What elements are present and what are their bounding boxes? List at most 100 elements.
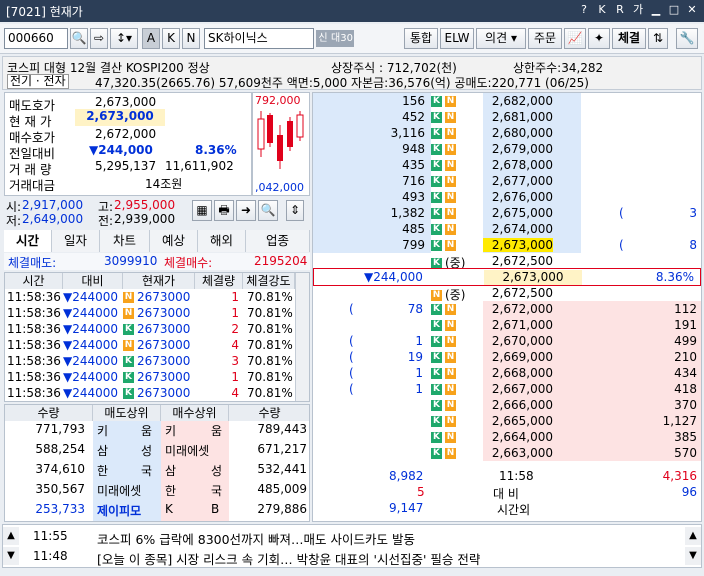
ask-price[interactable]: 2,675,000 (483, 206, 553, 220)
bid-row: K N 2,665,000 1,127 (313, 413, 701, 429)
arrow-icon[interactable]: ⇨ (90, 28, 108, 49)
current-change: ▼244,000 (364, 270, 423, 284)
search2-icon[interactable]: 🔍 (258, 200, 278, 221)
elw-button[interactable]: ELW (440, 28, 474, 49)
news-up-icon[interactable]: ▲ (3, 527, 19, 545)
bid-price[interactable]: 2,665,000 (483, 414, 553, 428)
ask-price[interactable]: 2,682,000 (483, 94, 553, 108)
chart-icon[interactable]: 📈 (564, 28, 586, 49)
close-icon[interactable]: ✕ (684, 2, 700, 18)
maximize-icon[interactable]: □ (666, 2, 682, 18)
mini-chart[interactable]: 792,000 ,042,000 (252, 92, 310, 196)
broker-buy-name[interactable]: 한 (165, 482, 176, 499)
news-down-icon[interactable]: ▼ (3, 547, 19, 565)
market-k-button[interactable]: K (162, 28, 180, 49)
news-scroll-down-icon[interactable]: ▼ (685, 547, 701, 565)
broker-buy-name[interactable]: K (165, 502, 173, 516)
ask-price[interactable]: 2,676,000 (483, 190, 553, 204)
broker-buy-name[interactable]: 키 (165, 422, 176, 439)
bid-price[interactable]: 2,666,000 (483, 398, 553, 412)
bid-rows: (78 K N 2,672,000 112 K N 2,671,000 191(1 K N 2,670… (313, 301, 701, 461)
updown2-icon[interactable]: ⇕ (286, 200, 304, 221)
opinion-button[interactable]: 의견 ▾ (476, 28, 526, 49)
bid-price[interactable]: 2,670,000 (483, 334, 553, 348)
broker-sell-name[interactable]: 미래에셋 (97, 482, 141, 499)
broker-buy-qty: 279,886 (257, 502, 307, 516)
ask-price[interactable]: 2,673,000 (483, 238, 553, 252)
bid-price[interactable]: 2,668,000 (483, 366, 553, 380)
ask-price[interactable]: 2,677,000 (483, 174, 553, 188)
tick-chart-icon[interactable]: ✦ (588, 28, 610, 49)
updown-icon[interactable]: ⇅ (648, 28, 668, 49)
execution-button[interactable]: 체결 (612, 28, 646, 49)
k-icon: K (431, 320, 442, 331)
broker-sell-name[interactable]: 삼 (97, 442, 108, 459)
trade-time: 11:58:36 (7, 370, 61, 384)
grid-icon[interactable]: ▦ (192, 200, 212, 221)
bid-paren-open: ( (349, 382, 354, 396)
trades-scrollbar[interactable] (295, 273, 309, 401)
n-icon: N (445, 240, 456, 251)
broker-sell-name[interactable]: 키 (97, 422, 108, 439)
ask-price[interactable]: 2,674,000 (483, 222, 553, 236)
order-button[interactable]: 주문 (528, 28, 562, 49)
font-icon[interactable]: 가 (630, 2, 646, 18)
ask-price[interactable]: 2,678,000 (483, 158, 553, 172)
sector-label[interactable]: 전기 · 전자 (7, 74, 69, 89)
broker-buy-name[interactable]: 미래에셋 (165, 442, 209, 459)
search-icon[interactable]: 🔍 (70, 28, 88, 49)
market-a-button[interactable]: A (142, 28, 160, 49)
help-icon[interactable]: ? (576, 2, 592, 18)
refresh-icon[interactable]: R (612, 2, 628, 18)
bid-change: 1 (415, 382, 423, 396)
sort-icon[interactable]: ↕▾ (110, 28, 138, 49)
bid-price[interactable]: 2,667,000 (483, 382, 553, 396)
bid-price[interactable]: 2,672,000 (483, 302, 553, 316)
bid-row: K N 2,664,000 385 (313, 429, 701, 445)
stock-code-input[interactable]: 000660 (4, 28, 68, 49)
keyboard-icon[interactable]: K (594, 2, 610, 18)
news-scroll-up-icon[interactable]: ▲ (685, 527, 701, 545)
broker-buy-name[interactable]: 삼 (165, 462, 176, 479)
news-headline[interactable]: 코스피 6% 급락에 8300선까지 빠져…매도 사이드카도 발동 (97, 529, 415, 548)
settings-icon[interactable]: 🔧 (676, 28, 698, 49)
bid-price[interactable]: 2,671,000 (483, 318, 553, 332)
broker-col-sell-qty: 수량 (5, 405, 93, 421)
tab-chart[interactable]: 차트 (100, 230, 150, 252)
ohlc-block: 시: 2,917,000 고: 2,955,000 저: 2,649,000 전… (4, 198, 194, 230)
bid-row: K N 2,666,000 370 (313, 397, 701, 413)
ask-price[interactable]: 2,680,000 (483, 126, 553, 140)
minimize-icon[interactable]: ▁ (648, 2, 664, 18)
tab-daily[interactable]: 일자 (52, 230, 100, 252)
news-headline[interactable]: [오늘 이 종목] 시장 리스크 속 기회… 박창윤 대표의 '시선집중' 필승… (97, 549, 480, 568)
news-time: 11:48 (33, 549, 68, 563)
bid-paren-open: ( (349, 350, 354, 364)
broker-sell-name[interactable]: 한 (97, 462, 108, 479)
k-icon: K (123, 388, 134, 399)
bid-price[interactable]: 2,664,000 (483, 430, 553, 444)
bid-price[interactable]: 2,663,000 (483, 446, 553, 460)
trade-price: 2673000 (137, 306, 191, 320)
next-icon[interactable]: ➜ (236, 200, 256, 221)
tab-overseas[interactable]: 해외 (198, 230, 246, 252)
tab-time[interactable]: 시간 (4, 230, 52, 252)
k-icon: K (431, 144, 442, 155)
market-n-button[interactable]: N (182, 28, 200, 49)
tab-expected[interactable]: 예상 (150, 230, 198, 252)
bid-price[interactable]: 2,669,000 (483, 350, 553, 364)
bid-qty: 570 (674, 446, 697, 460)
n-icon: N (431, 290, 442, 301)
ask-price[interactable]: 2,679,000 (483, 142, 553, 156)
ask-row: 493 K N 2,676,000 (313, 189, 701, 205)
print-icon[interactable]: 🖶 (214, 200, 234, 221)
integrated-button[interactable]: 통합 (404, 28, 438, 49)
stock-name-field[interactable]: SK하이닉스 (204, 28, 314, 49)
ask-price[interactable]: 2,681,000 (483, 110, 553, 124)
trade-strength: 70.81% (247, 290, 293, 304)
trade-qty: 2 (231, 322, 239, 336)
trade-qty: 1 (231, 306, 239, 320)
ask-diff: 5 (417, 485, 425, 499)
broker-sell-name[interactable]: 제이피모 (97, 502, 141, 519)
tab-sector[interactable]: 업종 (246, 230, 310, 252)
k-icon: K (431, 160, 442, 171)
